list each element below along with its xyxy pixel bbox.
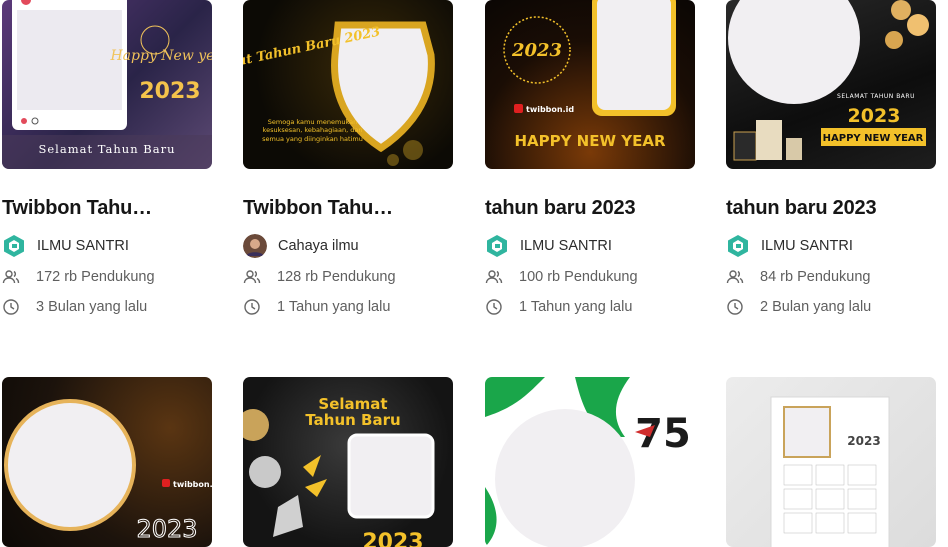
campaign-thumbnail[interactable]: Selamat Tahun Baru 2023 xyxy=(243,377,453,547)
time-ago: 3 Bulan yang lalu xyxy=(2,298,147,316)
campaign-author[interactable]: ILMU SANTRI xyxy=(2,233,129,259)
ilmu-santri-logo-icon xyxy=(4,235,24,257)
author-name: Cahaya ilmu xyxy=(278,238,359,254)
campaign-thumbnail[interactable]: 2023 twibbon.id HAPPY NEW YEAR xyxy=(485,0,695,169)
campaign-thumbnail[interactable]: Selamat Tahun Baru 2023 Happy New year xyxy=(2,0,212,169)
twibbon-frame-image: twibbon.id 2023 xyxy=(4,399,212,544)
campaign-thumbnail[interactable]: Selamat Tahun Baru 2023 Semoga kamu mene… xyxy=(243,0,453,169)
ilmu-santri-logo-icon xyxy=(487,235,507,257)
campaign-author[interactable]: ILMU SANTRI xyxy=(726,233,853,259)
time-ago: 1 Tahun yang lalu xyxy=(485,298,632,316)
campaign-title[interactable]: tahun baru 2023 xyxy=(485,197,636,220)
supporters-icon xyxy=(2,270,20,284)
campaign-title[interactable]: Twibbon Tahu… xyxy=(243,197,393,220)
campaign-author[interactable]: ILMU SANTRI xyxy=(485,233,612,259)
svg-text:SELAMAT TAHUN BARU: SELAMAT TAHUN BARU xyxy=(837,93,915,100)
svg-text:2023: 2023 xyxy=(136,515,197,543)
svg-text:HAPPY NEW YEAR: HAPPY NEW YEAR xyxy=(823,133,924,144)
twibbon-frame-image: 75 xyxy=(485,377,691,547)
ilmu-santri-logo-icon xyxy=(728,235,748,257)
clock-icon xyxy=(486,299,502,315)
user-avatar-icon xyxy=(243,234,267,258)
svg-text:Happy New year: Happy New year xyxy=(109,48,212,64)
clock-icon xyxy=(727,299,743,315)
campaign-thumbnail[interactable]: twibbon.id 2023 xyxy=(2,377,212,547)
twibbon-frame-image: Selamat Tahun Baru 2023 Happy New year xyxy=(2,0,212,169)
campaign-thumbnail[interactable]: 2023 xyxy=(726,377,936,547)
svg-text:Selamat Tahun Baru: Selamat Tahun Baru xyxy=(39,142,176,156)
svg-text:twibbon.id: twibbon.id xyxy=(173,480,212,489)
svg-text:HAPPY NEW YEAR: HAPPY NEW YEAR xyxy=(514,132,666,150)
time-ago: 2 Bulan yang lalu xyxy=(726,298,871,316)
supporters-count: 100 rb Pendukung xyxy=(485,268,638,286)
svg-text:2023: 2023 xyxy=(847,434,880,448)
supporters-icon xyxy=(485,270,503,284)
svg-text:2023: 2023 xyxy=(511,40,562,61)
campaign-thumbnail[interactable]: 75 xyxy=(485,377,695,547)
twibbon-frame-image: 2023 xyxy=(770,396,890,547)
svg-text:2023: 2023 xyxy=(139,79,200,104)
time-ago: 1 Tahun yang lalu xyxy=(243,298,390,316)
supporters-count: 84 rb Pendukung xyxy=(726,268,870,286)
campaign-thumbnail[interactable]: SELAMAT TAHUN BARU 2023 HAPPY NEW YEAR xyxy=(726,0,936,169)
clock-icon xyxy=(244,299,260,315)
campaign-title[interactable]: Twibbon Tahu… xyxy=(2,197,152,220)
supporters-icon xyxy=(243,270,261,284)
twibbon-frame-image: 2023 twibbon.id HAPPY NEW YEAR xyxy=(503,0,676,150)
clock-icon xyxy=(3,299,19,315)
author-name: ILMU SANTRI xyxy=(520,238,612,254)
svg-text:twibbon.id: twibbon.id xyxy=(526,105,574,114)
campaign-author[interactable]: Cahaya ilmu xyxy=(243,233,359,259)
campaign-title[interactable]: tahun baru 2023 xyxy=(726,197,877,220)
author-name: ILMU SANTRI xyxy=(761,238,853,254)
svg-text:Tahun Baru: Tahun Baru xyxy=(305,411,400,429)
twibbon-frame-image: Selamat Tahun Baru 2023 Semoga kamu mene… xyxy=(243,21,435,166)
supporters-count: 128 rb Pendukung xyxy=(243,268,396,286)
supporters-icon xyxy=(726,270,744,284)
svg-text:2023: 2023 xyxy=(848,105,901,127)
supporters-count: 172 rb Pendukung xyxy=(2,268,155,286)
twibbon-frame-image: SELAMAT TAHUN BARU 2023 HAPPY NEW YEAR xyxy=(728,0,929,161)
twibbon-frame-image: Selamat Tahun Baru 2023 xyxy=(243,395,435,547)
author-name: ILMU SANTRI xyxy=(37,238,129,254)
